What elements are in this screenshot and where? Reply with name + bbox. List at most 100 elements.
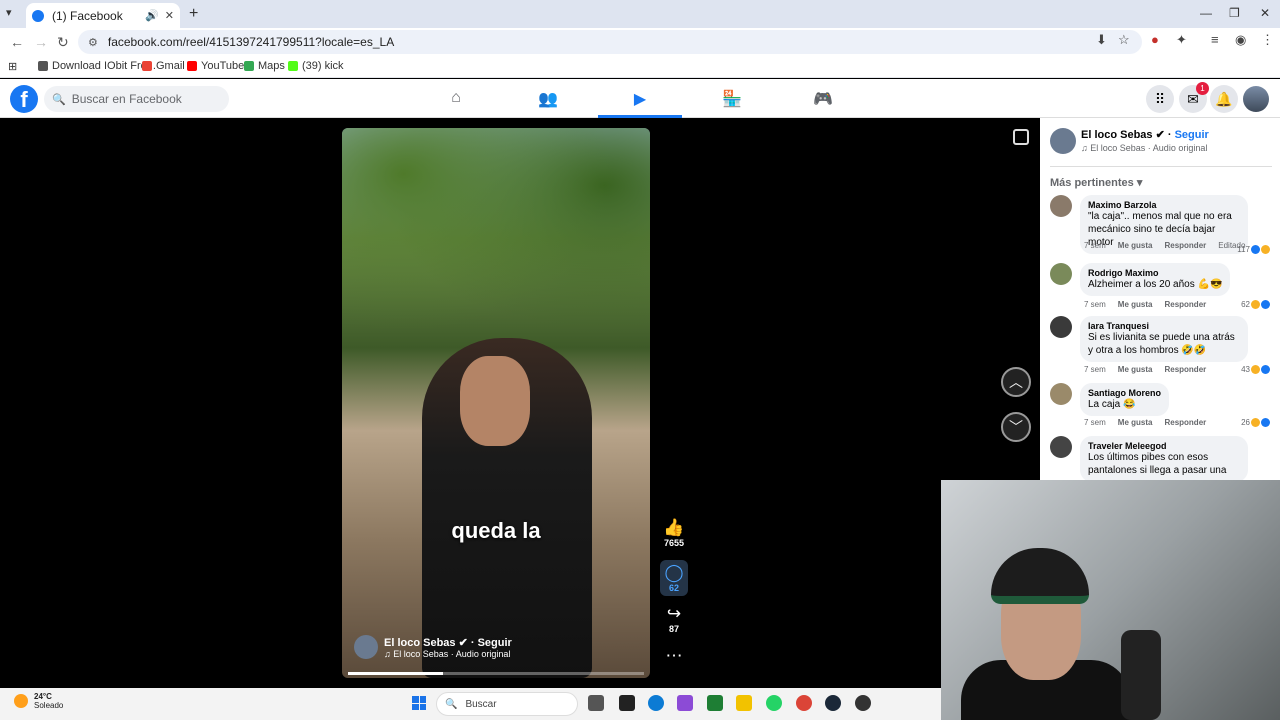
apps-grid-icon[interactable]: ⊞ [8,60,17,73]
facebook-search-input[interactable]: 🔍 Buscar en Facebook [44,86,229,112]
reaction-count[interactable]: 62 [1241,300,1270,310]
reaction-number: 43 [1241,365,1250,374]
tab-close-icon[interactable]: ✕ [165,9,174,22]
commenter-avatar[interactable] [1050,316,1072,338]
browser-menu-icon[interactable]: ⋮ [1261,32,1274,48]
panel-follow-link[interactable]: Seguir [1175,129,1209,141]
obs-icon[interactable] [855,695,871,711]
comment-like-link[interactable]: Me gusta [1118,300,1153,309]
url-text[interactable]: facebook.com/reel/4151397241799511?local… [108,35,394,49]
audio-label[interactable]: El loco Sebas · Audio original [393,649,510,659]
site-info-icon[interactable]: ⚙ [88,36,98,49]
haha-reaction-icon [1261,245,1270,255]
comment-reply-link[interactable]: Responder [1164,418,1206,427]
comment-button[interactable]: ◯ 62 [660,560,688,596]
bookmark-maps[interactable]: Maps [244,60,285,72]
commenter-avatar[interactable] [1050,263,1072,285]
bookmark-gmail[interactable]: Gmail [142,60,185,72]
commenter-name[interactable]: Santiago Moreno [1088,388,1161,398]
commenter-name[interactable]: Rodrigo Maximo [1088,268,1222,278]
reel-video[interactable]: queda la El loco Sebas ✔ · Seguir ♫ El l… [342,128,650,678]
tab-search-icon[interactable]: ▾ [6,6,12,19]
comment-like-link[interactable]: Me gusta [1118,365,1153,374]
install-app-icon[interactable]: ⬇ [1096,32,1107,48]
comment-time[interactable]: 7 sem [1084,300,1106,309]
browser-tab-facebook[interactable]: (1) Facebook 🔊 ✕ [26,3,180,28]
comment-sort-dropdown[interactable]: Más pertinentes ▾ [1050,176,1142,189]
comment-like-link[interactable]: Me gusta [1118,418,1153,427]
edge-icon[interactable] [648,695,664,711]
bookmark-kick[interactable]: (39) kick [288,60,344,72]
facebook-logo-icon[interactable]: f [10,85,38,113]
restore-icon[interactable]: ❐ [1229,6,1240,20]
profile-icon[interactable]: ◉ [1235,32,1246,48]
comment-reply-link[interactable]: Responder [1164,365,1206,374]
forward-icon[interactable]: → [34,34,48,50]
home-icon[interactable]: ⌂ [444,89,468,107]
next-reel-button[interactable]: ﹀ [1001,412,1031,442]
gaming-icon[interactable]: 🎮 [811,89,835,109]
follow-link[interactable]: Seguir [478,637,512,649]
share-button[interactable]: ↪ 87 [660,604,688,634]
reels-icon[interactable]: ▶ [628,89,652,109]
comment-time[interactable]: 7 sem [1084,241,1106,250]
chrome-icon[interactable] [796,695,812,711]
menu-grid-icon[interactable]: ⠿ [1146,85,1174,113]
steam-icon[interactable] [825,695,841,711]
more-options-button[interactable]: ⋯ [660,646,688,666]
commenter-avatar[interactable] [1050,383,1072,405]
friends-icon[interactable]: 👥 [536,89,560,109]
author-name[interactable]: El loco Sebas [384,637,456,649]
microphone [1121,630,1161,720]
taskbar-search[interactable]: 🔍 Buscar [436,692,578,716]
weather-widget[interactable]: 24°C Soleado [14,692,63,710]
commenter-avatar[interactable] [1050,436,1072,458]
app-icon[interactable] [707,695,723,711]
commenter-avatar[interactable] [1050,195,1072,217]
start-windows-icon[interactable] [412,696,426,710]
commenter-name[interactable]: Iara Tranquesi [1088,321,1240,331]
comment-reply-link[interactable]: Responder [1164,241,1206,250]
media-controls-icon[interactable]: ≡ [1211,32,1219,47]
comment-like-link[interactable]: Me gusta [1118,241,1153,250]
toggle-panel-icon[interactable] [1013,129,1029,145]
panel-author-avatar[interactable] [1050,128,1076,154]
back-icon[interactable]: ← [10,34,24,50]
commenter-name[interactable]: Maximo Barzola [1088,200,1240,210]
bookmark-iobit[interactable]: Download IObit Fre... [38,60,156,72]
bookmark-youtube[interactable]: YouTube [187,60,244,72]
like-button[interactable]: 👍 7655 [660,518,688,548]
bookmark-star-icon[interactable]: ☆ [1118,32,1130,48]
copilot-icon[interactable] [677,695,693,711]
extension-record-icon[interactable]: ● [1151,32,1159,47]
omnibox[interactable]: ⚙ facebook.com/reel/4151397241799511?loc… [78,30,1142,54]
comment-reply-link[interactable]: Responder [1164,300,1206,309]
audio-playing-icon[interactable]: 🔊 [145,9,159,22]
commenter-name[interactable]: Traveler Meleegod [1088,441,1240,451]
notifications-bell-icon[interactable]: 🔔 [1210,85,1238,113]
video-author[interactable]: El loco Sebas ✔ · Seguir ♫ El loco Sebas… [354,635,512,659]
whatsapp-icon[interactable] [766,695,782,711]
new-tab-button[interactable]: + [189,5,198,23]
account-avatar[interactable] [1243,86,1269,112]
author-avatar[interactable] [354,635,378,659]
video-progress-bar[interactable] [348,672,644,675]
extensions-icon[interactable]: ✦ [1176,32,1187,48]
comment-time[interactable]: 7 sem [1084,365,1106,374]
panel-author-name[interactable]: El loco Sebas [1081,129,1153,141]
reaction-count[interactable]: 26 [1241,418,1270,428]
task-view-icon[interactable] [588,695,604,711]
reaction-count[interactable]: 117 [1237,245,1270,255]
reload-icon[interactable]: ↻ [57,34,69,51]
window-close-icon[interactable]: ✕ [1260,6,1270,20]
like-reaction-icon [1261,418,1270,428]
minimize-icon[interactable]: — [1200,6,1212,20]
previous-reel-button[interactable]: ︿ [1001,367,1031,397]
file-explorer-icon[interactable] [736,695,752,711]
epic-games-icon[interactable] [619,695,635,711]
comment-time[interactable]: 7 sem [1084,418,1106,427]
marketplace-icon[interactable]: 🏪 [720,89,744,109]
panel-audio-label[interactable]: El loco Sebas · Audio original [1090,143,1207,153]
reaction-count[interactable]: 43 [1241,365,1270,375]
comment-icon: ◯ [664,563,684,582]
